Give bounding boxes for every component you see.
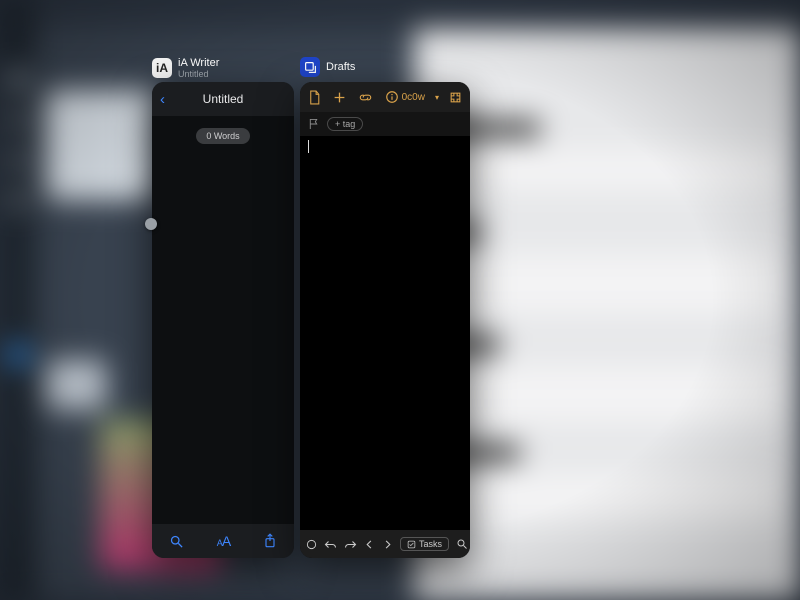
drafts-window[interactable]: 0c0w ▾ + tag Tasks (300, 82, 470, 558)
app-label-drafts[interactable]: Drafts (300, 57, 355, 77)
info-icon[interactable] (385, 90, 399, 104)
redo-icon[interactable] (344, 539, 357, 550)
drafts-tag-row: + tag (300, 112, 470, 136)
flag-icon[interactable] (308, 118, 319, 130)
app-name: iA Writer (178, 57, 219, 70)
drafts-editor[interactable] (300, 136, 470, 530)
undo-icon[interactable] (324, 539, 337, 550)
app-name: Drafts (326, 61, 355, 73)
tasks-button[interactable]: Tasks (400, 537, 449, 551)
iawriter-window[interactable]: ‹ Untitled 0 Words AA (152, 82, 294, 558)
cursor-right-icon[interactable] (382, 539, 393, 550)
drafts-toolbar: 0c0w ▾ (300, 82, 470, 112)
text-cursor (308, 140, 309, 153)
tasks-label: Tasks (419, 539, 442, 549)
drafts-bottom-bar: Tasks (300, 530, 470, 558)
focus-mode-icon[interactable] (449, 91, 462, 104)
search-icon[interactable] (169, 534, 184, 549)
split-view-grabber[interactable] (145, 218, 157, 230)
char-word-counter[interactable]: 0c0w (402, 92, 425, 103)
add-icon[interactable] (333, 91, 346, 104)
document-title: Untitled (203, 92, 244, 106)
iawriter-toolbar: AA (152, 524, 294, 558)
share-icon[interactable] (263, 533, 277, 549)
new-draft-icon[interactable] (308, 90, 321, 105)
back-button[interactable]: ‹ (160, 91, 165, 108)
iawriter-titlebar: ‹ Untitled (152, 82, 294, 116)
iawriter-editor[interactable]: 0 Words (152, 116, 294, 524)
font-size-icon[interactable]: AA (217, 533, 230, 549)
link-icon[interactable] (358, 91, 373, 104)
iawriter-app-icon: iA (152, 58, 172, 78)
find-icon[interactable] (456, 538, 468, 550)
drafts-app-icon (300, 57, 320, 77)
cursor-left-icon[interactable] (364, 539, 375, 550)
app-subtitle: Untitled (178, 70, 219, 79)
app-label-iawriter[interactable]: iA iA Writer Untitled (152, 57, 219, 79)
add-tag-button[interactable]: + tag (327, 117, 363, 131)
word-count-badge: 0 Words (196, 128, 249, 144)
record-icon[interactable] (306, 539, 317, 550)
